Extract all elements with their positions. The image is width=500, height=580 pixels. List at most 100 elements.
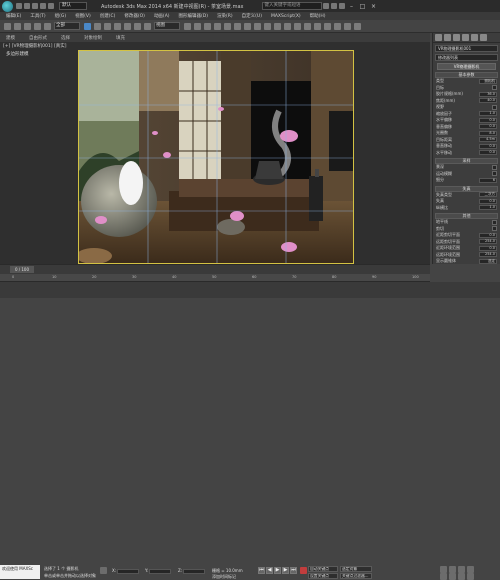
param-value[interactable]: 254.0 xyxy=(479,252,497,258)
track-bar[interactable]: 0 10 20 30 40 50 60 70 80 90 100 xyxy=(0,274,430,282)
ribbon-subtab[interactable]: 多边形建模 xyxy=(0,51,90,59)
viewport-label[interactable]: [+] [VR物理摄影机001] [真实] xyxy=(3,43,66,49)
close-button[interactable]: × xyxy=(369,2,379,11)
ribbon-tab-populate[interactable]: 填充 xyxy=(116,35,125,41)
maximize-viewport-icon[interactable] xyxy=(467,573,474,580)
key-filters-button[interactable]: 关键点过滤器... xyxy=(340,573,372,579)
render-setup-icon[interactable] xyxy=(334,22,341,30)
menu-edit[interactable]: 编辑(E) xyxy=(6,13,21,19)
utilities-tab-icon[interactable] xyxy=(480,34,487,41)
named-selection-icon[interactable] xyxy=(254,22,261,30)
param-value[interactable]: 8.0 xyxy=(479,130,497,136)
lock-selection-icon[interactable] xyxy=(100,567,107,574)
modifier-stack-item[interactable]: VR物理摄影机 xyxy=(437,63,496,70)
prev-frame-button[interactable]: ◀ xyxy=(266,567,273,574)
window-crossing-icon[interactable] xyxy=(114,22,121,30)
param-value[interactable]: 1.0 xyxy=(479,205,497,211)
orbit-icon[interactable] xyxy=(458,573,465,580)
pan-icon[interactable] xyxy=(449,573,456,580)
help-search-icon[interactable] xyxy=(322,3,329,9)
add-time-tag[interactable]: 添加时间标记 xyxy=(212,574,236,580)
maxscript-listener[interactable]: 欢迎使用 MAXSc xyxy=(0,565,40,579)
workspace-select[interactable]: 默认 xyxy=(59,2,87,10)
rotate-icon[interactable] xyxy=(134,22,141,30)
zoom-extents-all-icon[interactable] xyxy=(467,566,474,573)
z-field[interactable] xyxy=(183,568,206,574)
set-key-icon[interactable] xyxy=(300,567,307,574)
param-value[interactable]: 照相机 xyxy=(479,78,497,84)
set-key-button[interactable]: 设置关键点 xyxy=(308,573,338,579)
maximize-button[interactable]: □ xyxy=(358,2,368,11)
move-icon[interactable] xyxy=(124,22,131,30)
time-slider[interactable]: 0 / 100 xyxy=(0,264,430,274)
create-tab-icon[interactable] xyxy=(435,34,442,41)
param-checkbox[interactable] xyxy=(492,104,497,110)
help-icon[interactable] xyxy=(338,3,345,9)
minimize-button[interactable]: – xyxy=(347,2,357,11)
param-checkbox[interactable] xyxy=(492,171,497,177)
open-file-icon[interactable] xyxy=(24,3,30,9)
select-by-name-icon[interactable] xyxy=(94,22,101,30)
unlink-icon[interactable] xyxy=(34,22,41,30)
param-value[interactable]: 0.0 xyxy=(479,150,497,156)
param-checkbox[interactable] xyxy=(492,219,497,225)
mirror-icon[interactable] xyxy=(264,22,271,30)
param-value[interactable]: 1.0 xyxy=(479,111,497,117)
percent-snap-icon[interactable] xyxy=(234,22,241,30)
param-value[interactable]: 36.0 xyxy=(479,91,497,97)
x-coord[interactable]: X: xyxy=(112,568,140,574)
ribbon-tab-modeling[interactable]: 建模 xyxy=(6,35,15,41)
undo-icon[interactable] xyxy=(40,3,46,9)
ribbon-tab-object-paint[interactable]: 对象绘制 xyxy=(84,35,102,41)
selected-object-select[interactable]: 选定对象 xyxy=(340,566,372,572)
camera-viewport-render[interactable] xyxy=(78,50,354,264)
next-frame-button[interactable]: ▶ xyxy=(282,567,289,574)
selection-filter-select[interactable]: 全部 xyxy=(54,22,80,30)
menu-create[interactable]: 创建(C) xyxy=(100,13,116,19)
menu-maxscript[interactable]: MAXScript(X) xyxy=(271,14,301,19)
auto-key-button[interactable]: 自动关键点 xyxy=(308,566,338,572)
angle-snap-icon[interactable] xyxy=(224,22,231,30)
zoom-icon[interactable] xyxy=(440,566,447,573)
hierarchy-tab-icon[interactable] xyxy=(453,34,460,41)
redo-icon[interactable] xyxy=(48,3,54,9)
link-icon[interactable] xyxy=(24,22,31,30)
ribbon-tab-selection[interactable]: 选择 xyxy=(61,35,70,41)
app-logo-icon[interactable] xyxy=(2,0,13,12)
menu-views[interactable]: 视图(V) xyxy=(75,13,91,19)
goto-start-button[interactable]: ⏮ xyxy=(258,567,265,574)
help-search-input[interactable]: 键入关键字或短语 xyxy=(261,2,322,10)
menu-rendering[interactable]: 渲染(R) xyxy=(217,13,233,19)
pivot-center-icon[interactable] xyxy=(184,22,191,30)
param-checkbox[interactable] xyxy=(492,85,497,91)
zoom-extents-icon[interactable] xyxy=(458,566,465,573)
menu-graph-editors[interactable]: 图形编辑器(D) xyxy=(179,13,208,19)
param-checkbox[interactable] xyxy=(492,226,497,232)
object-name-field[interactable]: VR物理摄影机001 xyxy=(435,45,498,52)
menu-modifiers[interactable]: 修改器(O) xyxy=(124,13,145,19)
goto-end-button[interactable]: ⏭ xyxy=(290,567,297,574)
save-file-icon[interactable] xyxy=(32,3,38,9)
rendered-frame-icon[interactable] xyxy=(344,22,351,30)
user-icon[interactable] xyxy=(330,3,337,9)
graphite-icon[interactable] xyxy=(294,22,301,30)
display-tab-icon[interactable] xyxy=(471,34,478,41)
new-file-icon[interactable] xyxy=(16,3,22,9)
snaps-toggle-icon[interactable] xyxy=(214,22,221,30)
material-editor-icon[interactable] xyxy=(324,22,331,30)
bind-spacewarp-icon[interactable] xyxy=(44,22,51,30)
menu-help[interactable]: 帮助(H) xyxy=(310,13,326,19)
y-coord[interactable]: Y: xyxy=(145,568,172,574)
render-production-icon[interactable] xyxy=(354,22,361,30)
menu-group[interactable]: 组(G) xyxy=(55,13,67,19)
select-object-icon[interactable] xyxy=(84,22,91,30)
param-value[interactable]: 0.0 xyxy=(479,245,497,251)
menu-animation[interactable]: 动画(A) xyxy=(154,13,170,19)
menu-tools[interactable]: 工具(T) xyxy=(30,13,45,19)
param-value[interactable]: 二次方 xyxy=(479,192,497,198)
param-value[interactable]: 6 xyxy=(479,177,497,183)
modify-tab-icon[interactable] xyxy=(444,34,451,41)
param-value[interactable]: 254.0 xyxy=(479,239,497,245)
param-value[interactable]: 40.0 xyxy=(479,98,497,104)
param-value[interactable]: 4.5m xyxy=(479,137,497,143)
